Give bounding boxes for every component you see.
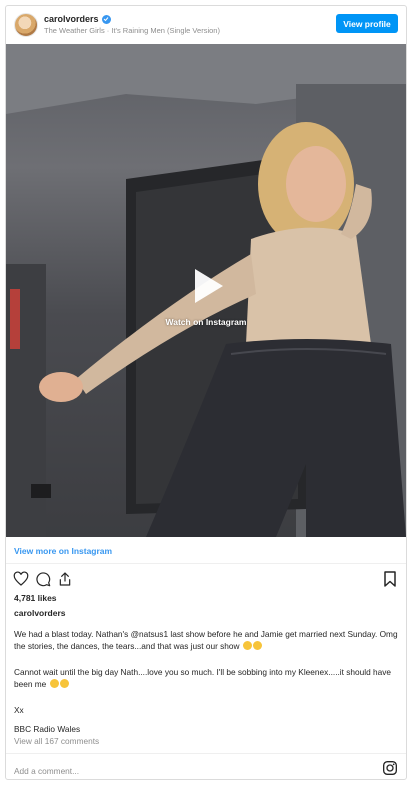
comment-icon[interactable]: [35, 571, 51, 587]
avatar[interactable]: [14, 13, 38, 37]
watch-on-instagram-label[interactable]: Watch on Instagram: [6, 317, 406, 327]
caption-paragraph-1: We had a blast today. Nathan's @natsus1 …: [14, 628, 399, 652]
caption-paragraph-4: BBC Radio Wales: [14, 724, 81, 734]
view-profile-button[interactable]: View profile: [336, 14, 398, 33]
instagram-embed-card: carolvorders The Weather Girls · It's Ra…: [5, 5, 407, 780]
bookmark-icon[interactable]: [383, 571, 397, 587]
play-icon[interactable]: [186, 265, 228, 307]
verified-badge-icon: [101, 14, 111, 24]
share-icon[interactable]: [57, 571, 73, 587]
laughing-emoji-icon: [49, 679, 59, 688]
divider: [6, 563, 406, 564]
view-all-comments-link[interactable]: View all 167 comments: [14, 736, 99, 746]
post-header: carolvorders The Weather Girls · It's Ra…: [6, 6, 406, 44]
caption-paragraph-2: Cannot wait until the big day Nath....lo…: [14, 666, 399, 690]
username-row: carolvorders: [44, 14, 111, 24]
heart-icon[interactable]: [13, 571, 29, 587]
instagram-icon[interactable]: [382, 760, 398, 776]
laughing-emoji-icon: [252, 641, 262, 650]
video-media[interactable]: Watch on Instagram: [6, 44, 406, 537]
laughing-emoji-icon: [59, 679, 69, 688]
view-more-link[interactable]: View more on Instagram: [14, 546, 112, 556]
like-count[interactable]: 4,781 likes: [14, 593, 57, 603]
caption-text: We had a blast today. Nathan's @natsus1 …: [14, 629, 398, 651]
caption-author[interactable]: carolvorders: [14, 608, 66, 618]
action-bar: [13, 571, 73, 587]
laughing-emoji-icon: [242, 641, 252, 650]
divider: [6, 753, 406, 754]
caption-paragraph-3: Xx: [14, 705, 24, 715]
audio-track[interactable]: The Weather Girls · It's Raining Men (Si…: [44, 26, 220, 35]
caption-text: Cannot wait until the big day Nath....lo…: [14, 667, 392, 689]
username[interactable]: carolvorders: [44, 14, 99, 24]
add-comment-input[interactable]: Add a comment...: [14, 766, 79, 776]
